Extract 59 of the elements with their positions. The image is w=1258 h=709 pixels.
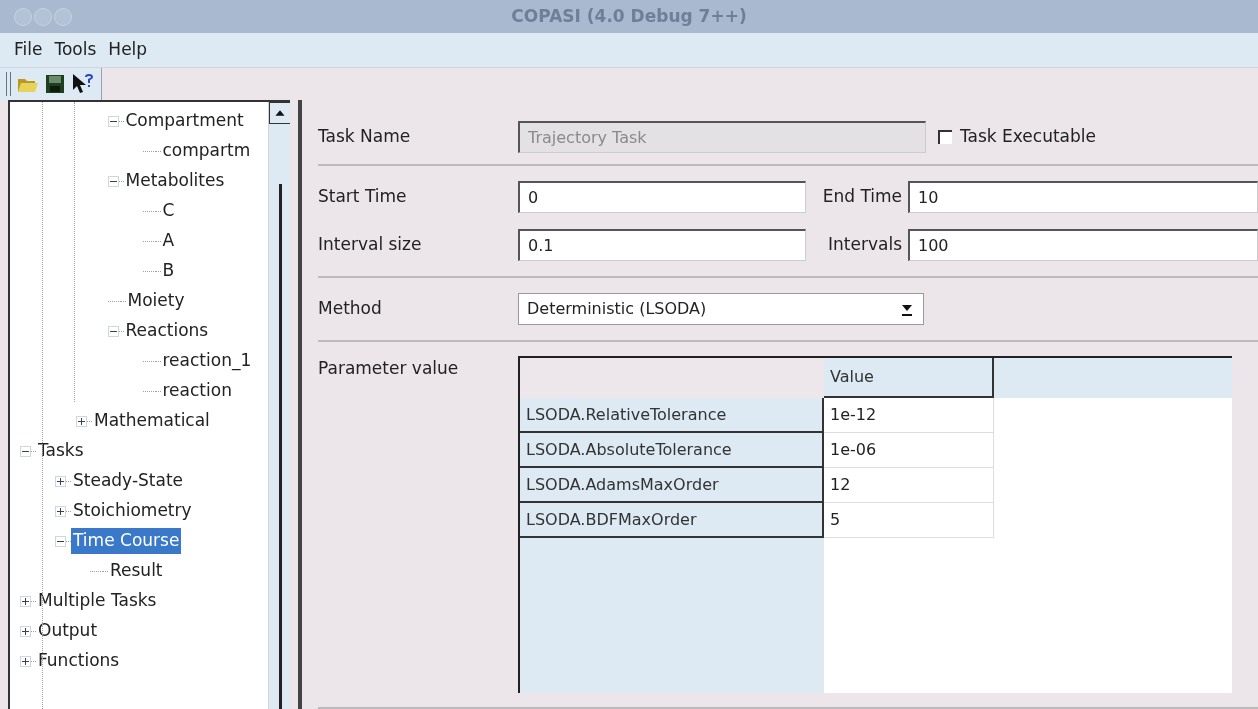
field-label: Intervals bbox=[827, 233, 902, 257]
input-field[interactable]: 0 bbox=[518, 181, 806, 213]
row-header[interactable]: LSODA.AdamsMaxOrder bbox=[520, 468, 824, 503]
row-header[interactable]: LSODA.BDFMaxOrder bbox=[520, 503, 824, 538]
expand-icon[interactable] bbox=[20, 625, 31, 637]
tree-item[interactable]: B bbox=[160, 258, 177, 284]
tree-item[interactable]: Compartment bbox=[123, 108, 246, 134]
tree-item[interactable]: Stoichiometry bbox=[71, 498, 194, 524]
tree-item[interactable]: Steady-State bbox=[71, 468, 186, 494]
collapse-icon[interactable] bbox=[20, 445, 31, 457]
expand-icon[interactable] bbox=[55, 475, 66, 487]
tree-item[interactable]: reaction bbox=[160, 378, 234, 404]
tree-item[interactable]: Mathematical bbox=[92, 408, 212, 434]
menu-item[interactable]: Help bbox=[108, 37, 148, 63]
checkbox[interactable] bbox=[938, 130, 952, 144]
collapse-icon[interactable] bbox=[107, 115, 119, 127]
input-field[interactable]: 10 bbox=[908, 181, 1258, 213]
tree-item[interactable]: Moiety bbox=[125, 288, 187, 314]
row-header[interactable]: LSODA.RelativeTolerance bbox=[520, 398, 824, 433]
field-label: End Time bbox=[821, 185, 902, 209]
tree-item[interactable]: A bbox=[160, 228, 177, 254]
tree-item[interactable]: Tasks bbox=[36, 438, 86, 464]
tree-item[interactable]: Time Course bbox=[71, 528, 182, 554]
tree-item[interactable]: C bbox=[160, 198, 177, 224]
tree-item[interactable]: Reactions bbox=[123, 318, 211, 344]
menu-item[interactable]: Tools bbox=[54, 37, 97, 63]
help-pointer-icon[interactable] bbox=[71, 73, 95, 95]
input-field[interactable]: 0.1 bbox=[518, 229, 806, 261]
tree-item[interactable]: Result bbox=[108, 558, 165, 584]
table-cell[interactable]: 12 bbox=[824, 468, 994, 503]
expand-icon[interactable] bbox=[20, 595, 31, 607]
method-dropdown[interactable]: Deterministic (LSODA) bbox=[518, 293, 924, 325]
tree-item[interactable]: Metabolites bbox=[123, 168, 227, 194]
field-label: Method bbox=[318, 297, 383, 321]
tree-item[interactable]: Multiple Tasks bbox=[36, 588, 159, 614]
checkbox-label: Task Executable bbox=[960, 125, 1096, 149]
tree-item[interactable]: Functions bbox=[36, 648, 122, 674]
tree-item[interactable]: reaction_1 bbox=[160, 348, 254, 374]
collapse-icon[interactable] bbox=[55, 535, 66, 547]
collapse-icon[interactable] bbox=[107, 175, 119, 187]
expand-icon[interactable] bbox=[76, 415, 87, 427]
window-title: COPASI (4.0 Debug 7++) bbox=[511, 4, 747, 28]
menu-item[interactable]: File bbox=[14, 37, 43, 63]
scrollbar[interactable] bbox=[268, 102, 290, 709]
tree-item[interactable]: compartm bbox=[160, 138, 253, 164]
row-header[interactable]: LSODA.AbsoluteTolerance bbox=[520, 433, 824, 468]
input-field[interactable]: 100 bbox=[908, 229, 1258, 261]
field-label: Task Name bbox=[318, 125, 412, 149]
field-label: Parameter value bbox=[318, 357, 460, 380]
collapse-icon[interactable] bbox=[107, 325, 119, 337]
tree-item[interactable]: Output bbox=[36, 618, 100, 644]
table-cell[interactable]: 1e-12 bbox=[824, 398, 994, 433]
expand-icon[interactable] bbox=[20, 655, 31, 667]
field-label: Start Time bbox=[318, 185, 408, 209]
save-icon[interactable] bbox=[45, 74, 65, 94]
expand-icon[interactable] bbox=[55, 505, 66, 517]
field-label: Interval size bbox=[318, 233, 423, 257]
table-cell[interactable]: 5 bbox=[824, 503, 994, 538]
table-cell[interactable]: 1e-06 bbox=[824, 433, 994, 468]
